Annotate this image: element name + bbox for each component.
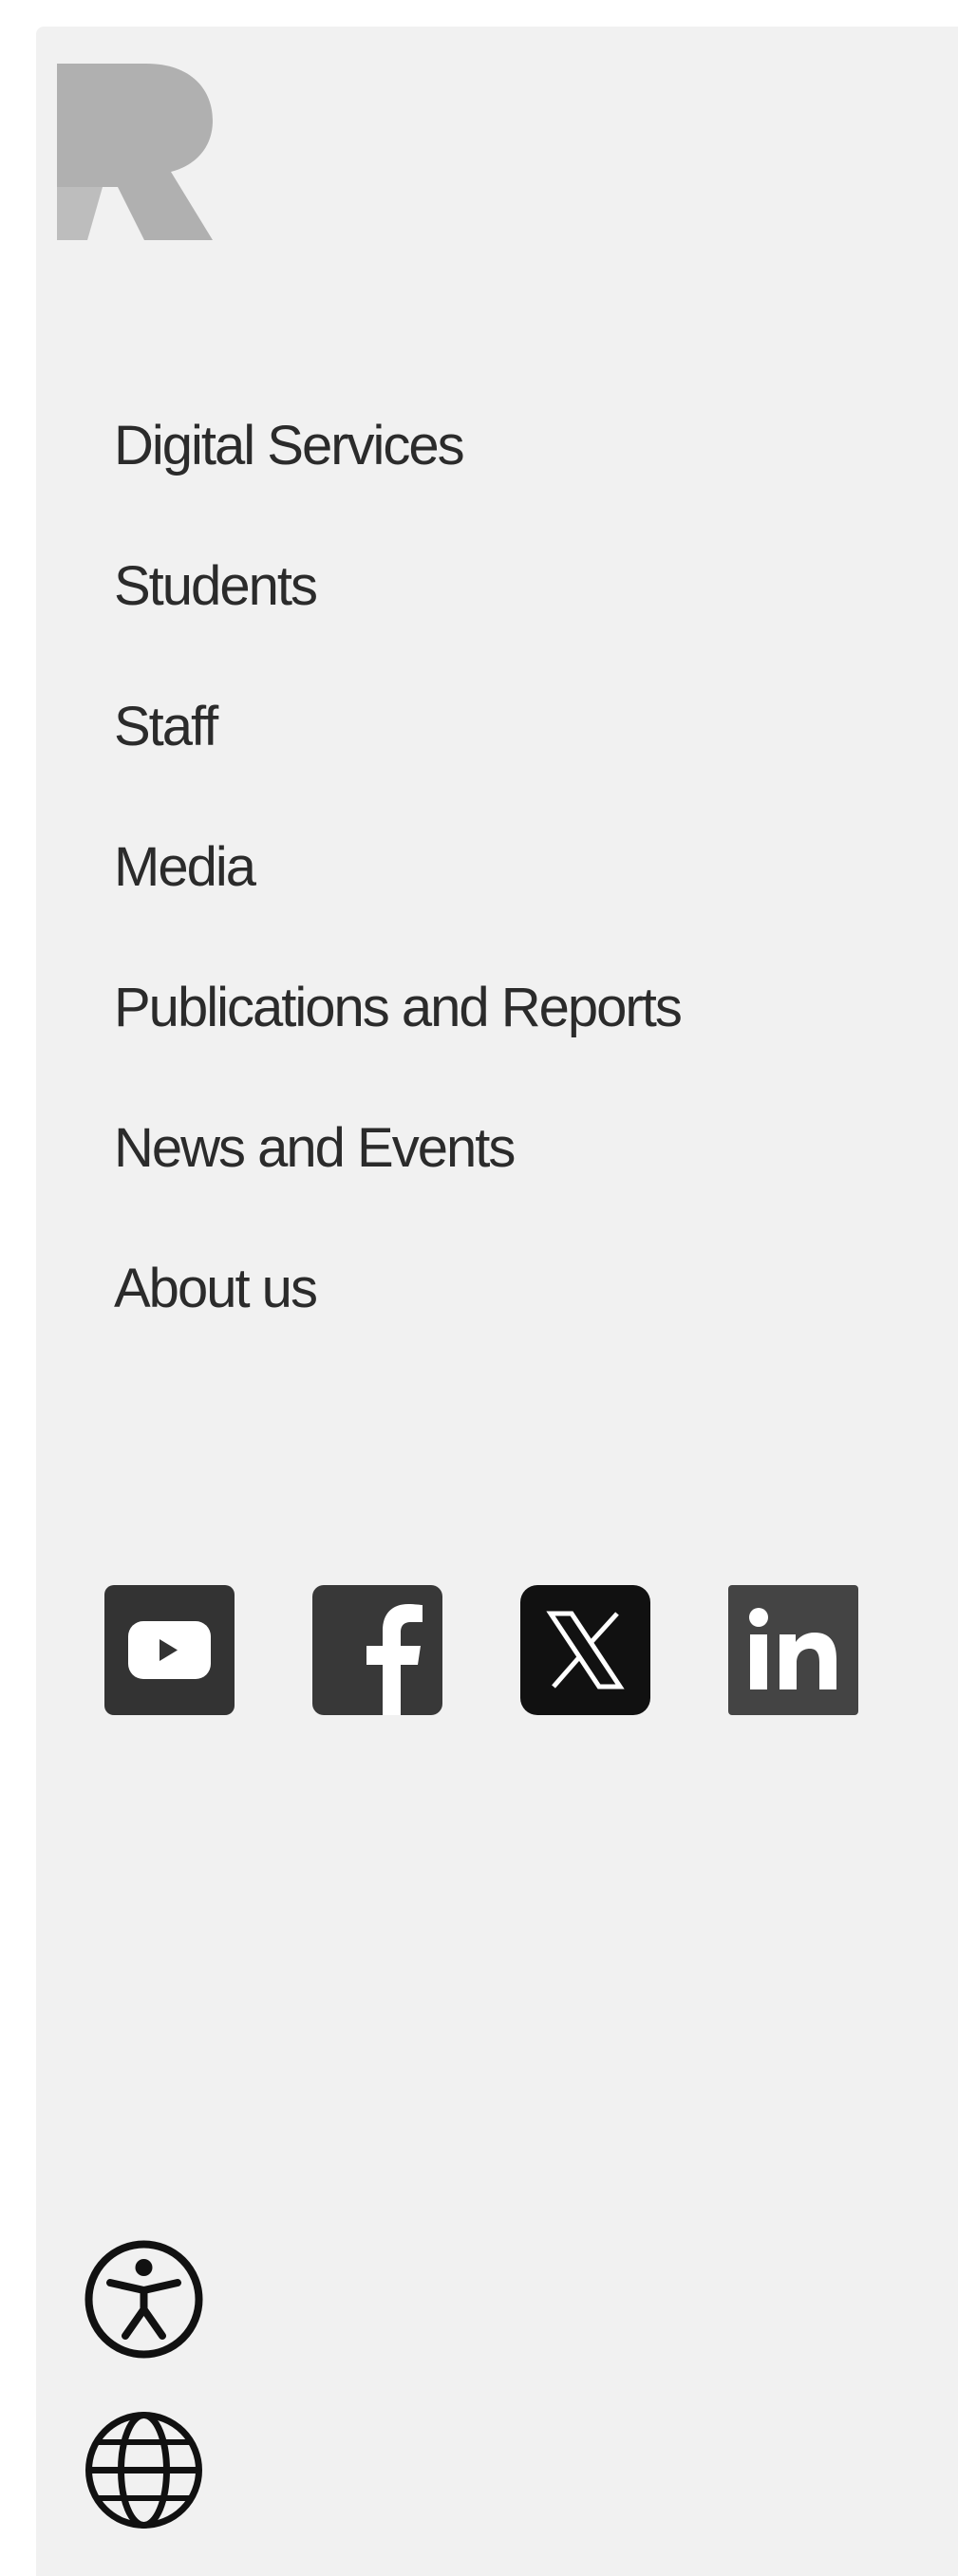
nav-item-staff[interactable]: Staff: [114, 656, 681, 796]
nav-item-students[interactable]: Students: [114, 515, 681, 656]
youtube-icon[interactable]: [104, 1585, 235, 1715]
nav-item-media[interactable]: Media: [114, 796, 681, 937]
nav-item-about-us[interactable]: About us: [114, 1218, 681, 1358]
facebook-icon[interactable]: [312, 1585, 442, 1715]
accessibility-icon[interactable]: [80, 2235, 208, 2363]
social-links: [104, 1585, 858, 1715]
main-nav: Digital Services Students Staff Media Pu…: [114, 375, 683, 1358]
x-icon[interactable]: [520, 1585, 650, 1715]
linkedin-icon[interactable]: [728, 1585, 858, 1715]
nav-item-publications-and-reports[interactable]: Publications and Reports: [114, 937, 683, 1077]
r-logo-icon[interactable]: [49, 62, 220, 247]
nav-item-news-and-events[interactable]: News and Events: [114, 1077, 681, 1218]
nav-item-digital-services[interactable]: Digital Services: [114, 375, 681, 515]
globe-icon[interactable]: [80, 2406, 208, 2534]
